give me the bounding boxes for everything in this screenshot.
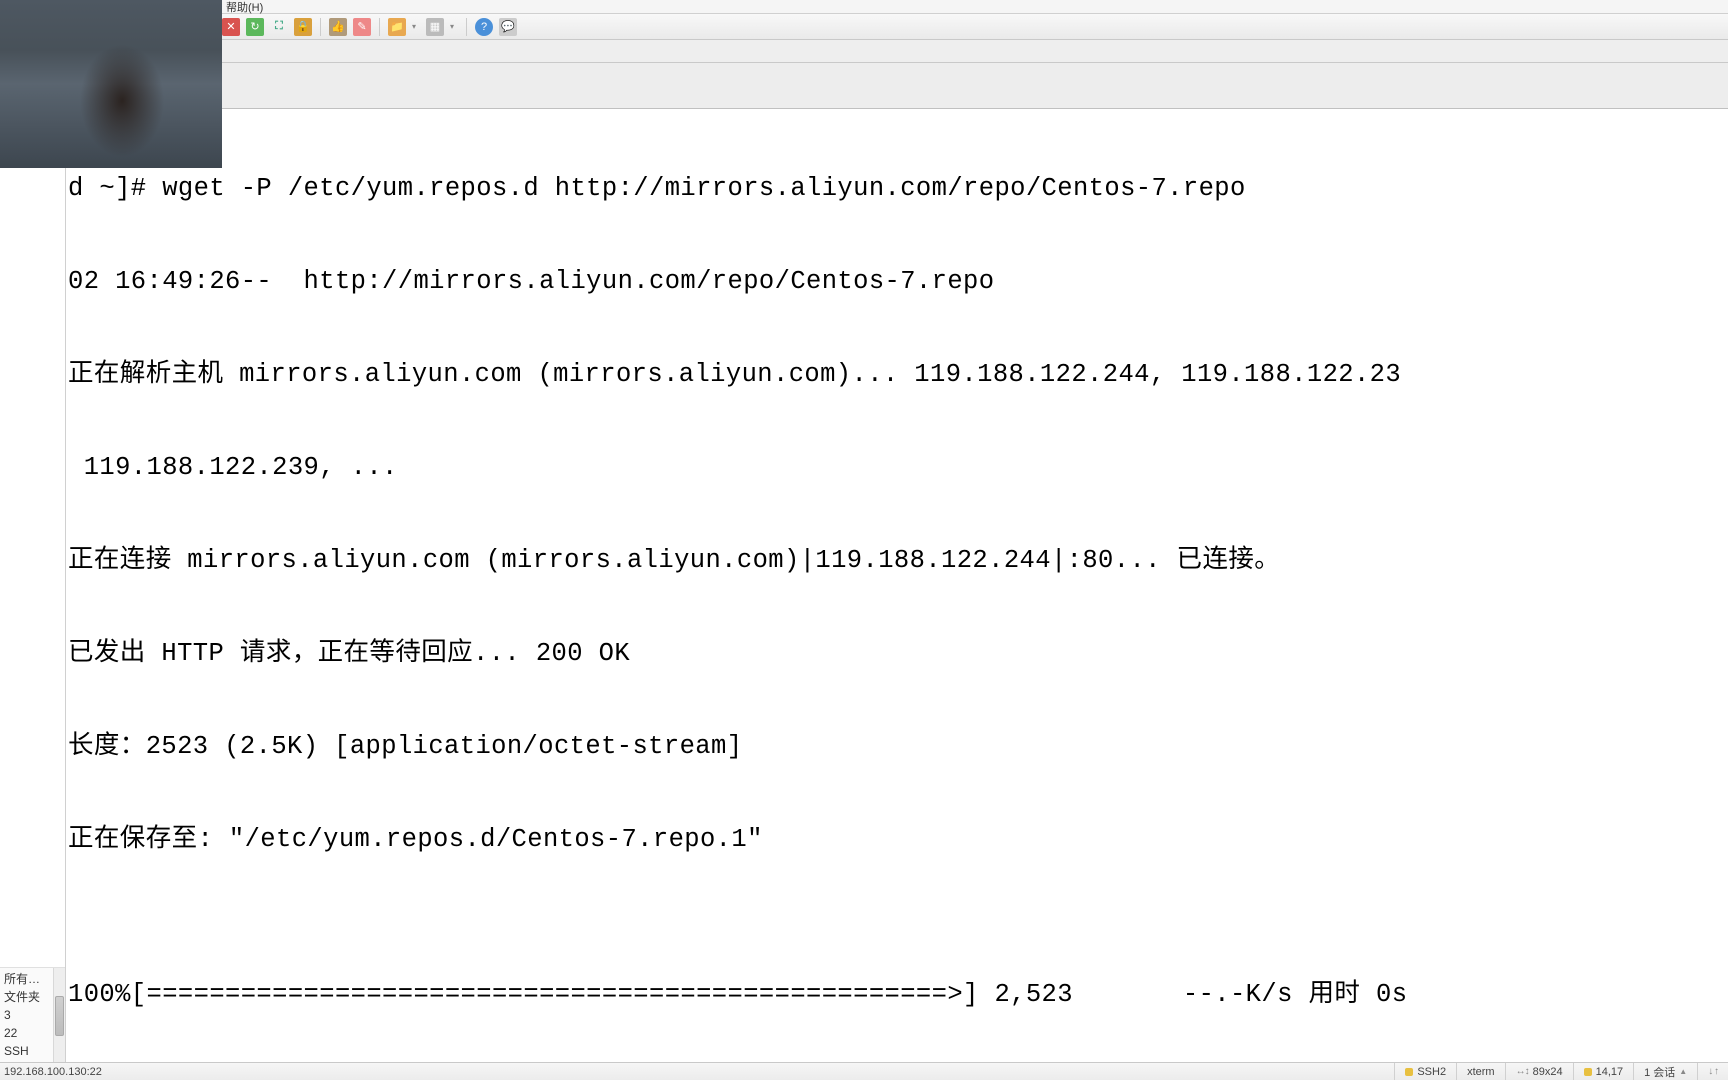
main-area: 新建会话 (3) 所有… 文件夹 3 22 SSH d ~]# wget -P … [0,109,1728,1062]
status-sessions[interactable]: 1 会话 ▲ [1633,1063,1697,1080]
resize-icon: ↔↕ [1516,1066,1529,1077]
sidebar-info-folder: 文件夹 [4,988,49,1006]
status-ssh: SSH2 [1394,1063,1456,1080]
terminal-line: 正在连接 mirrors.aliyun.com (mirrors.aliyun.… [68,545,1726,576]
status-dot-icon [1584,1068,1592,1076]
separator-icon [466,18,467,36]
terminal-line: 正在保存至: "/etc/yum.repos.d/Centos-7.repo.1… [68,824,1726,855]
tab-strip [0,40,1728,63]
status-cursor-pos: 14,17 [1573,1063,1634,1080]
status-size: ↔↕ 89x24 [1505,1063,1573,1080]
terminal-line: 正在解析主机 mirrors.aliyun.com (mirrors.aliyu… [68,359,1726,390]
terminal-line: 02 16:49:26-- http://mirrors.aliyun.com/… [68,266,1726,297]
separator-icon [320,18,321,36]
help-icon[interactable]: ? [475,18,493,36]
fullscreen-icon[interactable]: ⛶ [270,18,288,36]
status-bar: 192.168.100.130:22 SSH2 xterm ↔↕ 89x24 1… [0,1062,1728,1080]
action-icon[interactable]: ▦ [426,18,444,36]
disconnect-icon[interactable]: ✕ [222,18,240,36]
folder-icon[interactable]: 📁 [388,18,406,36]
sidebar-info-count22: 22 [4,1024,49,1042]
menu-help[interactable]: 帮助(H) [226,0,263,15]
sidebar-info-all: 所有… [4,970,49,988]
sidebar-scrollbar[interactable] [53,968,65,1062]
terminal-line: d ~]# wget -P /etc/yum.repos.d http://mi… [68,173,1726,204]
chat-icon[interactable]: 💬 [499,18,517,36]
status-updown-icon[interactable]: ↓ ↑ [1697,1063,1728,1080]
terminal-line: 已发出 HTTP 请求，正在等待回应... 200 OK [68,638,1726,669]
lock-icon[interactable]: 🔒 [294,18,312,36]
toolbar: ✕ ↻ ⛶ 🔒 👍 ✎ 📁 ▾ ▦ ▾ ? 💬 [0,14,1728,40]
status-dot-icon [1405,1068,1413,1076]
status-host: 192.168.100.130:22 [0,1066,102,1078]
status-term: xterm [1456,1063,1505,1080]
thumb-icon[interactable]: 👍 [329,18,347,36]
terminal-line: 119.188.122.239, ... [68,452,1726,483]
menu-bar: 帮助(H) [0,0,1728,14]
chevron-up-icon: ▲ [1679,1067,1687,1076]
highlight-icon[interactable]: ✎ [353,18,371,36]
terminal-pane[interactable]: d ~]# wget -P /etc/yum.repos.d http://mi… [66,109,1728,1062]
dropdown-icon[interactable]: ▾ [450,22,458,31]
sidebar-tree[interactable] [0,144,65,967]
separator-icon [379,18,380,36]
dropdown-icon[interactable]: ▾ [412,22,420,31]
terminal-line: 100%[===================================… [68,979,1726,1010]
sidebar-info-panel: 所有… 文件夹 3 22 SSH [0,967,65,1062]
terminal-line: 长度：2523 (2.5K) [application/octet-stream… [68,731,1726,762]
toolbar-spacer [0,63,1728,109]
sidebar-info-ssh: SSH [4,1042,49,1060]
reconnect-icon[interactable]: ↻ [246,18,264,36]
sidebar-info-count3: 3 [4,1006,49,1024]
webcam-overlay [0,0,222,168]
session-sidebar: 新建会话 (3) 所有… 文件夹 3 22 SSH [0,109,66,1062]
